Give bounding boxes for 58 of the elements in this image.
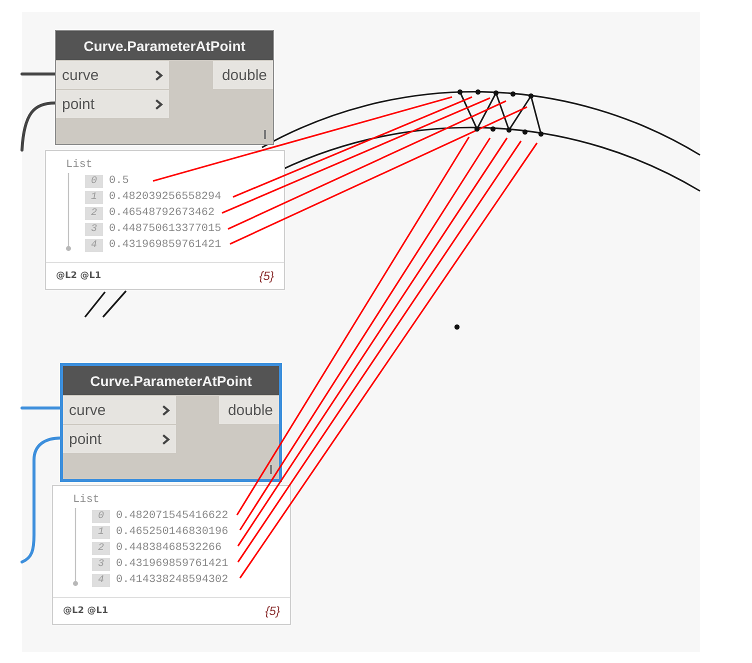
point-marker-icon — [475, 89, 481, 95]
point-marker-icon — [538, 131, 544, 137]
list-value: 0.414338248594302 — [116, 574, 228, 586]
tree-line-icon — [73, 508, 78, 586]
truss-line — [476, 92, 497, 130]
list-value: 0.465250146830196 — [116, 526, 228, 538]
input-port[interactable]: point — [63, 425, 176, 453]
index-label: 3 — [92, 558, 110, 570]
index-label: 4 — [92, 574, 110, 586]
node-card[interactable]: Curve.ParameterAtPoint curve point double — [60, 363, 282, 482]
index-label: 2 — [85, 206, 103, 220]
point-marker-icon — [490, 126, 496, 132]
output-port[interactable]: double — [213, 61, 273, 89]
item-count: {5} — [259, 269, 274, 283]
chevron-icon — [155, 98, 163, 110]
line-segment — [84, 291, 106, 318]
input-port[interactable]: curve — [56, 61, 169, 89]
list-value: 0.431969859761421 — [109, 238, 222, 252]
point-marker-icon — [522, 129, 528, 135]
point-marker-icon — [457, 89, 463, 95]
node-title: Curve.ParameterAtPoint — [63, 366, 279, 395]
index-label: 0 — [85, 174, 103, 188]
list-label: List — [66, 158, 92, 172]
list-value: 0.482071545416622 — [116, 510, 228, 522]
input-port[interactable]: point — [56, 90, 169, 118]
node-card[interactable]: Curve.ParameterAtPoint curve point double — [55, 30, 274, 145]
wire-connector[interactable] — [20, 102, 56, 152]
list-value: 0.46548792673462 — [109, 206, 215, 220]
point-marker-icon — [506, 127, 512, 133]
point-marker-icon — [454, 324, 460, 330]
list-value: 0.482039256558294 — [109, 190, 222, 204]
input-port[interactable]: curve — [63, 396, 176, 424]
index-label: 2 — [92, 542, 110, 554]
chevron-icon — [155, 70, 163, 80]
line-segment — [102, 290, 127, 318]
index-label: 3 — [85, 222, 103, 236]
truss-line — [459, 92, 478, 130]
list-label: List — [73, 493, 100, 507]
point-marker-icon — [474, 126, 480, 132]
node-title: Curve.ParameterAtPoint — [56, 31, 273, 60]
point-marker-icon — [493, 90, 499, 96]
item-count: {5} — [265, 604, 280, 618]
list-value: 0.431969859761421 — [116, 558, 228, 570]
list-value: 0.448750613377015 — [109, 222, 222, 236]
point-marker-icon — [510, 91, 516, 97]
output-port[interactable]: double — [219, 396, 279, 424]
list-value: 0.5 — [109, 174, 129, 188]
index-label: 1 — [92, 526, 110, 538]
point-marker-icon — [528, 93, 534, 99]
index-label: 0 — [92, 510, 110, 522]
level-labels: @L2 @L1 — [63, 606, 108, 616]
chevron-icon — [162, 434, 170, 444]
list-value: 0.44838468532266 — [116, 542, 222, 554]
chevron-icon — [162, 404, 170, 416]
index-label: 1 — [85, 190, 103, 204]
index-label: 4 — [85, 238, 103, 252]
level-labels: @L2 @L1 — [56, 271, 102, 281]
tree-line-icon — [66, 173, 71, 251]
